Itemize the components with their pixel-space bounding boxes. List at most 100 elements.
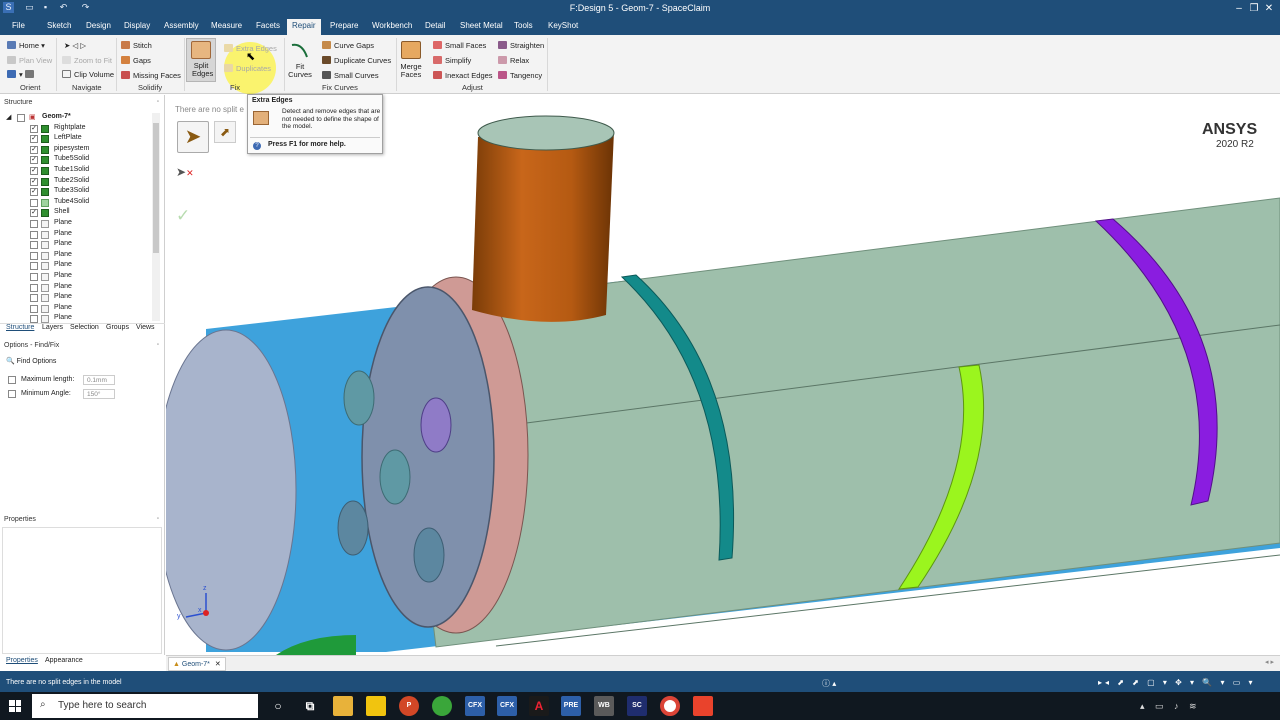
visibility-checkbox[interactable] [30, 219, 38, 228]
tree-item[interactable]: Tube4Solid [0, 198, 150, 209]
straighten-button[interactable]: Straighten [498, 41, 544, 50]
zoom-to-fit-button[interactable]: Zoom to Fit [62, 56, 112, 65]
tab-layers[interactable]: Layers [42, 324, 63, 331]
cfx-app-icon[interactable]: CFX [465, 696, 485, 716]
cortana-icon[interactable]: ○ [268, 696, 288, 716]
tab-prepare[interactable]: Prepare [330, 21, 358, 30]
visibility-checkbox[interactable] [30, 198, 38, 207]
missing-faces-button[interactable]: Missing Faces [121, 71, 181, 80]
tree-item[interactable]: ✓ pipesystem [0, 145, 150, 156]
visibility-checkbox[interactable]: ✓ [30, 124, 38, 133]
tab-structure[interactable]: Structure [6, 324, 34, 331]
visibility-checkbox[interactable]: ✓ [30, 156, 38, 165]
tab-detail[interactable]: Detail [425, 21, 445, 30]
curve-gaps-button[interactable]: Curve Gaps [322, 41, 374, 50]
visibility-checkbox[interactable] [30, 241, 38, 250]
spaceclaim-icon[interactable]: SC [627, 696, 647, 716]
visibility-checkbox[interactable] [30, 262, 38, 271]
complete-check-icon[interactable]: ✓ [176, 206, 198, 228]
tangency-button[interactable]: Tangency [498, 71, 542, 80]
view-cube-button[interactable]: ▾ [7, 70, 37, 79]
find-options-row[interactable]: 🔍 Find Options [6, 357, 56, 365]
home-button[interactable]: Home ▾ [7, 41, 45, 50]
tree-item[interactable]: ✓ Tube5Solid [0, 155, 150, 166]
duplicate-curves-button[interactable]: Duplicate Curves [322, 56, 391, 65]
tab-workbench[interactable]: Workbench [372, 21, 412, 30]
tree-item[interactable]: ✓ Tube3Solid [0, 187, 150, 198]
close-tab-icon[interactable]: ✕ [215, 661, 221, 668]
tab-properties[interactable]: Properties [6, 657, 38, 664]
tree-item[interactable]: Plane [0, 240, 150, 251]
taskbar-search-box[interactable]: ⌕ Type here to search [32, 694, 258, 718]
merge-faces-button[interactable]: Merge Faces [398, 63, 424, 79]
select-tool-button[interactable]: ➤ [177, 121, 209, 153]
sticky-notes-icon[interactable] [366, 696, 386, 716]
tab-assembly[interactable]: Assembly [164, 21, 199, 30]
collapse-icon[interactable]: ◢ [6, 113, 11, 121]
small-faces-button[interactable]: Small Faces [433, 41, 486, 50]
visibility-checkbox[interactable]: ✓ [30, 209, 38, 218]
3d-viewport[interactable] [155, 95, 1280, 655]
tab-file[interactable]: File [12, 21, 25, 30]
tree-item[interactable]: Plane [0, 261, 150, 272]
tab-repair[interactable]: Repair [287, 19, 321, 35]
tree-item[interactable]: ✓ Tube1Solid [0, 166, 150, 177]
tab-display[interactable]: Display [124, 21, 150, 30]
tab-tools[interactable]: Tools [514, 21, 533, 30]
tree-checkbox[interactable] [17, 114, 25, 122]
tree-item[interactable]: Plane [0, 219, 150, 230]
visibility-checkbox[interactable] [30, 294, 38, 303]
tree-item[interactable]: ✓ LeftPlate [0, 134, 150, 145]
visibility-checkbox[interactable] [30, 230, 38, 239]
tab-measure[interactable]: Measure [211, 21, 242, 30]
max-length-checkbox[interactable] [8, 376, 16, 384]
visibility-checkbox[interactable]: ✓ [30, 135, 38, 144]
duplicates-button[interactable]: Duplicates [224, 64, 271, 73]
tab-keyshot[interactable]: KeyShot [548, 21, 578, 30]
visibility-checkbox[interactable]: ✓ [30, 188, 38, 197]
tree-scrollbar[interactable] [152, 113, 160, 321]
powerpoint-icon[interactable]: P [399, 696, 419, 716]
tab-appearance[interactable]: Appearance [45, 657, 83, 664]
windows-start-icon[interactable] [9, 700, 21, 712]
system-tray[interactable]: ▴ ▭ ♪ ≋ [1140, 701, 1201, 712]
ansys-app-icon[interactable]: A [529, 696, 549, 716]
model-canvas[interactable] [155, 95, 1280, 655]
inexact-edges-button[interactable]: Inexact Edges [433, 71, 493, 80]
max-length-field[interactable]: 0.1mm [83, 375, 115, 385]
relax-button[interactable]: Relax [498, 56, 529, 65]
select-arrow-button[interactable]: ➤ ◁ ▷ [64, 41, 86, 50]
tree-item[interactable]: ✓ Shell [0, 208, 150, 219]
min-angle-checkbox[interactable] [8, 390, 16, 398]
tab-groups[interactable]: Groups [106, 324, 129, 331]
tree-item[interactable]: Plane [0, 272, 150, 283]
plan-view-button[interactable]: Plan View [7, 56, 52, 65]
chrome-icon[interactable] [660, 696, 680, 716]
tab-design[interactable]: Design [86, 21, 111, 30]
tree-item[interactable]: ✓ Tube2Solid [0, 177, 150, 188]
select-secondary-button[interactable]: ⬈ [214, 121, 236, 143]
cfx-app-icon[interactable]: CFX [497, 696, 517, 716]
tab-scroll-icon[interactable]: ◂ ▸ [1265, 658, 1274, 666]
pin-icon[interactable]: ▫ [157, 342, 159, 348]
doc-tab-geom7[interactable]: ▲ Geom-7* ✕ [168, 657, 226, 671]
tab-sheet-metal[interactable]: Sheet Metal [460, 21, 503, 30]
visibility-checkbox[interactable] [30, 251, 38, 260]
visibility-checkbox[interactable] [30, 283, 38, 292]
simplify-button[interactable]: Simplify [433, 56, 471, 65]
camtasia-icon[interactable] [432, 696, 452, 716]
info-icon[interactable]: ⓘ ▴ [822, 678, 836, 689]
visibility-checkbox[interactable]: ✓ [30, 145, 38, 154]
clip-volume-button[interactable]: Clip Volume [62, 70, 114, 79]
fit-curves-button[interactable]: Fit Curves [288, 63, 312, 79]
tree-root[interactable]: ◢ ▣ Geom-7* [0, 113, 150, 124]
gaps-button[interactable]: Gaps [121, 56, 151, 65]
scrollbar-thumb[interactable] [153, 123, 159, 253]
task-view-icon[interactable]: ⧉ [300, 696, 320, 716]
tab-facets[interactable]: Facets [256, 21, 280, 30]
tree-item[interactable]: Plane [0, 293, 150, 304]
exclude-tool-icon[interactable]: ➤✕ [176, 165, 198, 185]
camtasia-recorder-icon[interactable] [693, 696, 713, 716]
tab-sketch[interactable]: Sketch [47, 21, 71, 30]
visibility-checkbox[interactable] [30, 272, 38, 281]
